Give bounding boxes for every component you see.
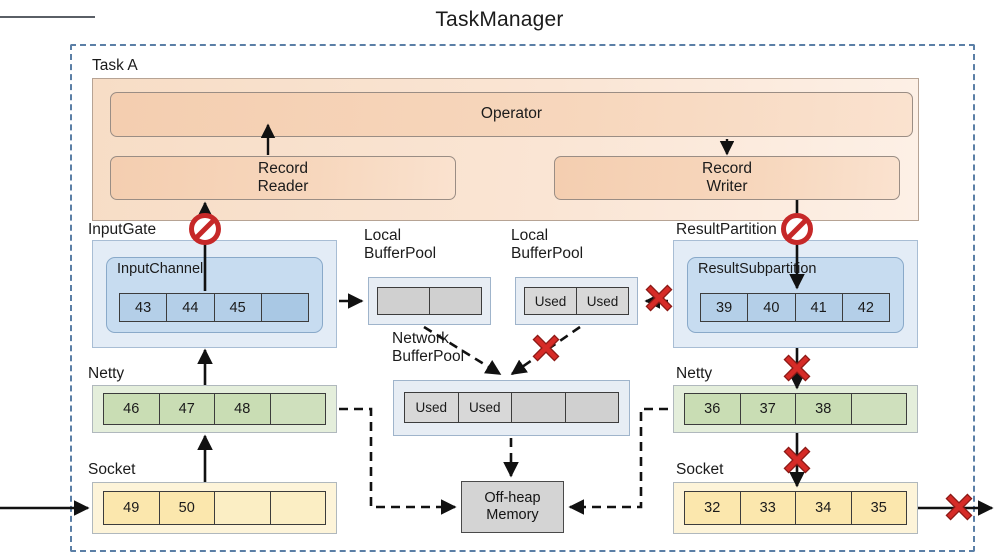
resultsubpartition-label: ResultSubpartition [698, 261, 817, 277]
buffer-cell: 47 [159, 394, 215, 424]
buffer-cell [270, 394, 325, 424]
local-bufferpool-1-label: Local BufferPool [364, 227, 437, 263]
socket-right-label: Socket [676, 461, 724, 478]
off-heap-memory-box: Off-heap Memory [461, 481, 564, 533]
local-bufferpool-2-label: Local BufferPool [511, 227, 584, 263]
buffer-cell: 32 [685, 492, 741, 524]
buffer-cell: 35 [851, 492, 906, 524]
buffer-cell [851, 394, 906, 424]
buffer-cell: 48 [215, 394, 271, 424]
operator-box: Operator [110, 92, 913, 137]
netty-left-label: Netty [88, 365, 125, 382]
buffer-cell: 40 [748, 294, 796, 321]
buffer-cell: 42 [842, 294, 889, 321]
local-bufferpool-2-strip: Used Used [524, 287, 629, 315]
netty-right-label: Netty [676, 365, 713, 382]
inputgate-label: InputGate [88, 221, 157, 238]
buffer-cell: 37 [740, 394, 796, 424]
buffer-cell: 43 [120, 294, 168, 321]
netty-left-buffer-strip: 46 47 48 [103, 393, 326, 425]
buffer-cell: Used [458, 393, 512, 422]
buffer-cell [430, 288, 481, 314]
buffer-cell: 49 [104, 492, 160, 524]
buffer-cell: 34 [796, 492, 852, 524]
record-writer-box: Record Writer [554, 156, 900, 200]
inputchannel-label: InputChannel [117, 261, 204, 277]
buffer-cell [565, 393, 618, 422]
buffer-cell: 39 [701, 294, 749, 321]
socket-left-buffer-strip: 49 50 [103, 491, 326, 525]
local-bufferpool-1-strip [377, 287, 482, 315]
inputchannel-buffer-strip: 43 44 45 [119, 293, 309, 322]
diagram-title: TaskManager [435, 8, 564, 31]
buffer-cell: Used [525, 288, 577, 314]
task-a-label: Task A [92, 57, 138, 74]
buffer-cell [512, 393, 566, 422]
network-bufferpool-label: Network BufferPool [392, 330, 465, 366]
buffer-cell [270, 492, 325, 524]
resultpartition-label: ResultPartition [676, 221, 777, 238]
buffer-cell: 45 [214, 294, 262, 321]
buffer-cell [378, 288, 430, 314]
resultsubpartition-buffer-strip: 39 40 41 42 [700, 293, 890, 322]
buffer-cell: 50 [159, 492, 215, 524]
record-reader-box: Record Reader [110, 156, 456, 200]
socket-right-buffer-strip: 32 33 34 35 [684, 491, 907, 525]
buffer-cell [261, 294, 308, 321]
buffer-cell: 44 [167, 294, 215, 321]
buffer-cell: Used [405, 393, 459, 422]
buffer-cell: 41 [795, 294, 843, 321]
network-bufferpool-strip: Used Used [404, 392, 619, 423]
netty-right-buffer-strip: 36 37 38 [684, 393, 907, 425]
socket-left-label: Socket [88, 461, 136, 478]
buffer-cell: 38 [796, 394, 852, 424]
buffer-cell: 36 [685, 394, 741, 424]
buffer-cell: 46 [104, 394, 160, 424]
buffer-cell [215, 492, 271, 524]
buffer-cell: Used [577, 288, 628, 314]
buffer-cell: 33 [740, 492, 796, 524]
